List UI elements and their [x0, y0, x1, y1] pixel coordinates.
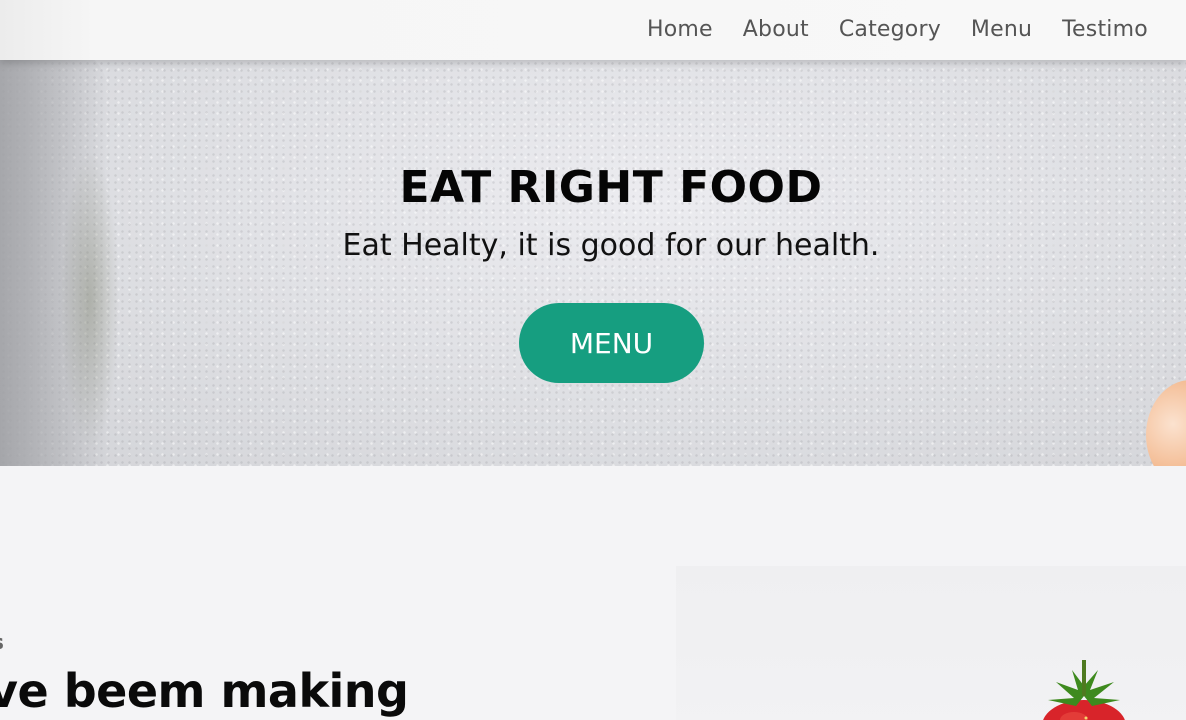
about-kicker: s	[0, 630, 4, 654]
hero-content: EAT RIGHT FOOD Eat Healty, it is good fo…	[0, 60, 1186, 466]
nav-link-home[interactable]: Home	[647, 17, 713, 42]
nav-link-category[interactable]: Category	[839, 17, 941, 42]
about-section: s ve beem making	[0, 466, 1186, 720]
hero-banner: EAT RIGHT FOOD Eat Healty, it is good fo…	[0, 60, 1186, 466]
nav-link-about[interactable]: About	[743, 17, 809, 42]
hero-subtitle: Eat Healty, it is good for our health.	[342, 228, 880, 263]
menu-button[interactable]: MENU	[519, 303, 704, 383]
top-navbar: Home About Category Menu Testimo	[0, 0, 1186, 60]
nav-link-menu[interactable]: Menu	[971, 17, 1032, 42]
hero-title: EAT RIGHT FOOD	[399, 162, 823, 213]
main-nav: Home About Category Menu Testimo	[647, 17, 1148, 42]
strawberry-image	[1043, 660, 1125, 720]
about-heading: ve beem making	[0, 664, 409, 718]
nav-link-testimonials[interactable]: Testimo	[1062, 17, 1148, 42]
